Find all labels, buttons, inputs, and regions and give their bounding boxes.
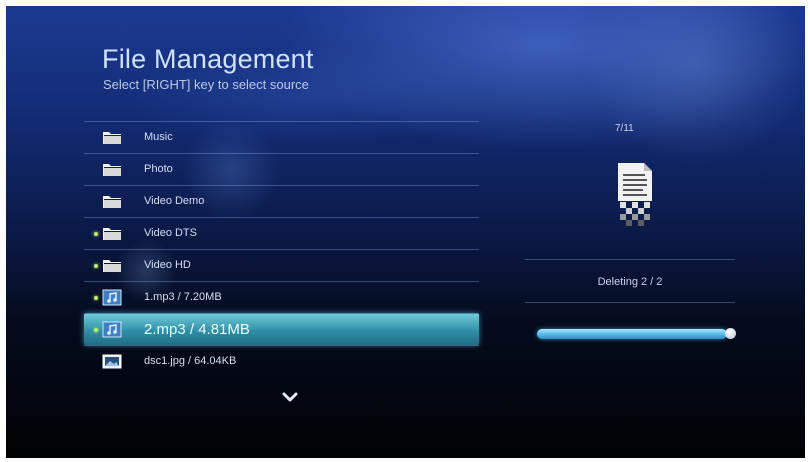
divider xyxy=(525,302,735,303)
folder-icon xyxy=(103,164,121,176)
list-item-video-hd[interactable]: Video HD xyxy=(84,249,479,281)
list-item-label: Video Demo xyxy=(144,195,205,207)
list-item-music[interactable]: Music xyxy=(84,121,479,153)
list-item-2mp3-selected[interactable]: 2.mp3 / 4.81MB xyxy=(84,313,479,345)
folder-icon xyxy=(103,196,121,208)
list-item-label: 1.mp3 / 7.20MB xyxy=(144,291,222,303)
list-item-1mp3[interactable]: 1.mp3 / 7.20MB xyxy=(84,281,479,313)
list-item-label: 2.mp3 / 4.81MB xyxy=(144,321,250,338)
item-counter: 7/11 xyxy=(615,123,634,134)
progress-knob xyxy=(725,328,736,339)
list-item-video-demo[interactable]: Video Demo xyxy=(84,185,479,217)
music-file-icon xyxy=(102,289,122,306)
list-item-dsc1jpg[interactable]: dsc1.jpg / 64.04KB xyxy=(84,345,479,377)
selection-marker xyxy=(94,232,98,236)
progress-fill xyxy=(537,329,727,339)
list-item-photo[interactable]: Photo xyxy=(84,153,479,185)
list-item-video-dts[interactable]: Video DTS xyxy=(84,217,479,249)
status-text: Deleting 2 / 2 xyxy=(597,276,663,288)
list-item-label: Video DTS xyxy=(144,227,197,239)
document-shredding-icon xyxy=(618,163,652,226)
selection-marker xyxy=(94,296,98,300)
folder-icon xyxy=(103,132,121,144)
file-management-screen: File Management Select [RIGHT] key to se… xyxy=(6,6,805,458)
selection-marker xyxy=(94,264,98,268)
page-subtitle: Select [RIGHT] key to select source xyxy=(103,77,309,92)
list-item-label: dsc1.jpg / 64.04KB xyxy=(144,355,237,367)
list-item-label: Photo xyxy=(144,163,173,175)
chevron-down-icon[interactable] xyxy=(282,391,298,403)
list-item-label: Video HD xyxy=(144,259,191,271)
divider xyxy=(525,259,735,260)
folder-icon xyxy=(103,260,121,272)
list-item-label: Music xyxy=(144,131,173,143)
folder-icon xyxy=(103,228,121,240)
progress-bar xyxy=(537,328,736,339)
page-title: File Management xyxy=(102,44,314,74)
music-file-icon xyxy=(102,321,122,338)
file-list: Music Photo Video Demo Video DTS Video H… xyxy=(84,121,479,377)
selection-marker xyxy=(94,328,98,332)
image-file-icon xyxy=(102,354,122,369)
